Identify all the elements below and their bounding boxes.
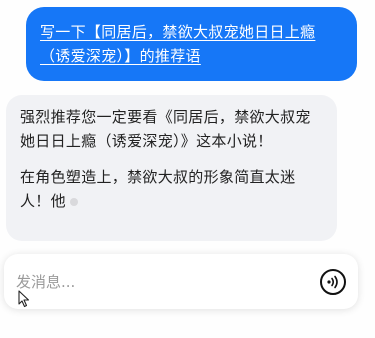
assistant-paragraph-2: 在角色塑造上，禁欲大叔的形象简直太迷人！他 <box>20 165 323 213</box>
assistant-paragraph-2-text: 在角色塑造上，禁欲大叔的形象简直太迷人！他 <box>20 168 296 210</box>
typing-indicator <box>69 197 78 206</box>
message-input[interactable] <box>16 271 296 293</box>
assistant-message-bubble: 强烈推荐您一定要看《同居后，禁欲大叔宠她日日上瘾（诱爱深宠）》这本小说！ 在角色… <box>6 95 337 241</box>
voice-wave-icon[interactable] <box>320 269 346 295</box>
message-composer <box>4 254 358 309</box>
user-message-bubble: 写一下【同居后，禁欲大叔宠她日日上瘾（诱爱深宠）】的推荐语 <box>26 7 357 81</box>
chat-screen: 写一下【同居后，禁欲大叔宠她日日上瘾（诱爱深宠）】的推荐语 强烈推荐您一定要看《… <box>0 0 375 338</box>
assistant-paragraph-1: 强烈推荐您一定要看《同居后，禁欲大叔宠她日日上瘾（诱爱深宠）》这本小说！ <box>20 108 311 150</box>
mouse-pointer-icon <box>18 290 30 312</box>
user-message-text: 写一下【同居后，禁欲大叔宠她日日上瘾（诱爱深宠）】的推荐语 <box>40 23 316 65</box>
